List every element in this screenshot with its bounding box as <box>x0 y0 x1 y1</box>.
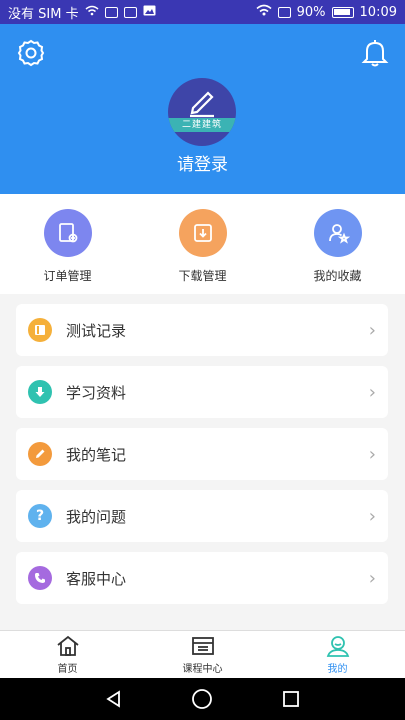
menu-item-test-records[interactable]: 测试记录 › <box>16 304 388 356</box>
pencil-icon <box>28 442 52 466</box>
tab-course-center[interactable]: 课程中心 <box>135 631 270 678</box>
menu-item-label: 我的问题 <box>66 507 127 526</box>
user-icon <box>326 636 349 657</box>
menu-item-label: 学习资料 <box>66 383 127 402</box>
battery-icon <box>331 6 354 18</box>
menu-item-label: 我的笔记 <box>66 445 127 464</box>
menu-item-customer-service[interactable]: 客服中心 › <box>16 552 388 604</box>
tab-label: 首页 <box>57 664 78 675</box>
wifi-icon <box>256 4 272 20</box>
home-nav-icon[interactable] <box>191 688 213 710</box>
back-icon[interactable] <box>104 689 124 709</box>
bell-icon[interactable] <box>361 38 389 68</box>
image-icon <box>143 5 156 20</box>
battery-percent: 90% <box>296 4 326 20</box>
tab-mine[interactable]: 我的 <box>270 631 405 678</box>
chevron-right-icon: › <box>368 505 376 527</box>
tab-home[interactable]: 首页 <box>0 631 135 678</box>
chevron-right-icon: › <box>368 381 376 403</box>
tab-label: 我的 <box>327 664 348 675</box>
avatar[interactable]: 二建建筑 <box>168 78 236 146</box>
app-icon <box>123 6 137 18</box>
download-icon <box>28 380 52 404</box>
sim-icon <box>277 6 291 18</box>
login-link[interactable]: 请登录 <box>0 150 405 175</box>
chevron-right-icon: › <box>368 319 376 341</box>
chevron-right-icon: › <box>368 443 376 465</box>
notebook-icon <box>28 318 52 342</box>
recents-icon[interactable] <box>281 689 301 709</box>
menu-item-my-notes[interactable]: 我的笔记 › <box>16 428 388 480</box>
notification-icon <box>104 6 118 18</box>
download-management-label: 下载管理 <box>178 269 227 283</box>
download-box-icon <box>178 209 227 257</box>
order-management-label: 订单管理 <box>43 269 92 283</box>
clock: 10:09 <box>359 4 397 20</box>
phone-icon <box>28 566 52 590</box>
status-bar: 没有 SIM 卡 90% 10:09 <box>0 0 405 24</box>
chevron-right-icon: › <box>368 567 376 589</box>
menu-item-study-materials[interactable]: 学习资料 › <box>16 366 388 418</box>
download-management-button[interactable]: 下载管理 <box>135 194 270 294</box>
wifi-icon <box>85 5 99 20</box>
question-icon: ? <box>28 504 52 528</box>
favorite-user-icon <box>313 209 362 257</box>
menu-item-my-questions[interactable]: ? 我的问题 › <box>16 490 388 542</box>
favorites-button[interactable]: 我的收藏 <box>270 194 405 294</box>
menu-item-label: 客服中心 <box>66 569 127 588</box>
menu-item-label: 测试记录 <box>66 321 127 340</box>
home-icon <box>56 635 79 656</box>
menu-list: 测试记录 › 学习资料 › 我的笔记 › ? 我的问题 › 客服中心 › <box>16 304 388 614</box>
profile-header: 二建建筑 请登录 <box>0 24 405 194</box>
tab-label: 课程中心 <box>182 664 223 675</box>
order-icon <box>43 209 92 257</box>
pencil-icon <box>190 91 214 118</box>
quick-actions: 订单管理 下载管理 我的收藏 <box>0 194 405 294</box>
course-icon <box>191 637 214 655</box>
gear-icon[interactable] <box>16 38 46 68</box>
carrier-text: 没有 SIM 卡 <box>8 6 79 22</box>
order-management-button[interactable]: 订单管理 <box>0 194 135 294</box>
favorites-label: 我的收藏 <box>313 269 362 283</box>
avatar-ribbon: 二建建筑 <box>168 118 236 132</box>
system-nav-bar <box>0 678 405 720</box>
bottom-tab-bar: 首页 课程中心 我的 <box>0 630 405 678</box>
